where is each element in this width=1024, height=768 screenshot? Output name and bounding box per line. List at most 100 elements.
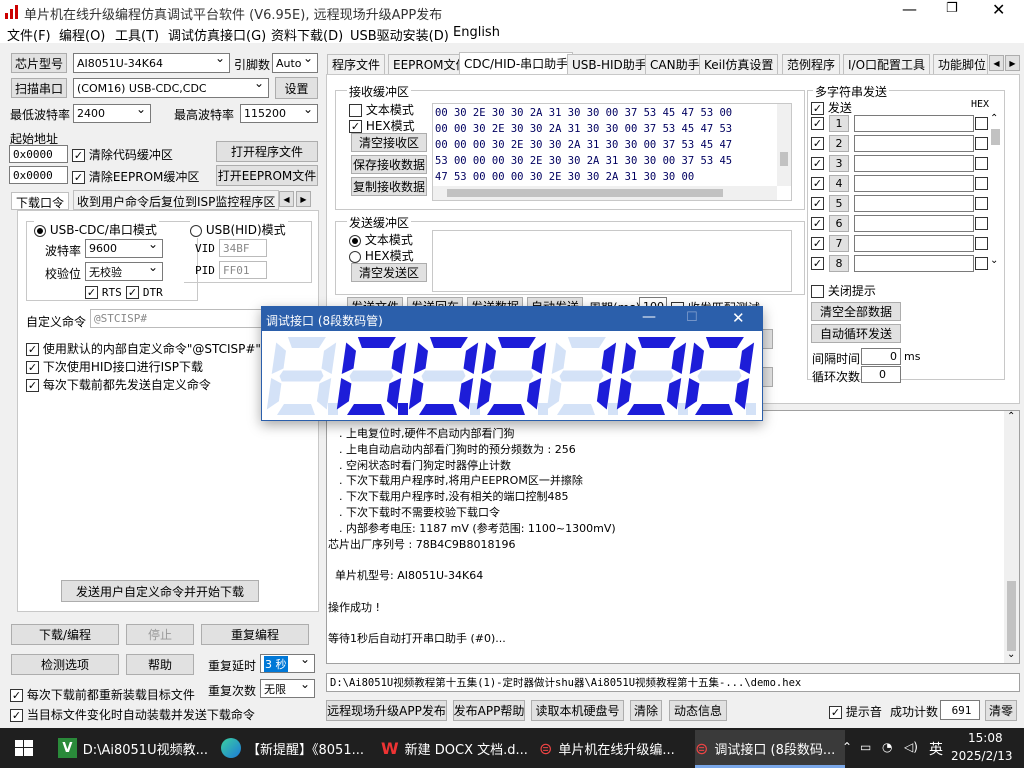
multi-send-row-checkbox[interactable]: ✓: [811, 217, 824, 230]
tx-hex-mode-option[interactable]: HEX模式: [349, 247, 414, 264]
dtr-checkbox[interactable]: ✓: [126, 286, 139, 299]
dtr-option[interactable]: ✓ DTR: [126, 285, 163, 299]
use-hid-option[interactable]: ✓ 下次使用HID接口进行ISP下载: [26, 358, 203, 375]
clear-eeprom-option[interactable]: ✓ 清除EEPROM缓冲区: [72, 168, 199, 185]
tab-program-file[interactable]: 程序文件: [327, 54, 386, 74]
scan-port-button[interactable]: 扫描串口: [11, 78, 67, 98]
use-hid-checkbox[interactable]: ✓: [26, 361, 39, 374]
popup-maximize-icon[interactable]: ☐: [686, 310, 698, 325]
tray-chevron-icon[interactable]: ⌃: [842, 740, 852, 754]
repeat-program-button[interactable]: 重复编程: [201, 624, 309, 645]
clear-code-option[interactable]: ✓ 清除代码缓冲区: [72, 146, 173, 163]
multi-send-row-input[interactable]: [854, 235, 974, 252]
mode-cdc-option[interactable]: USB-CDC/串口模式: [34, 221, 159, 238]
use-default-command-option[interactable]: ✓ 使用默认的内部自定义命令"@STCISP#": [26, 340, 261, 357]
clear-button[interactable]: 清除: [630, 700, 662, 721]
multi-send-row-input[interactable]: [854, 155, 974, 172]
scroll-up-icon[interactable]: ⌃: [990, 113, 998, 124]
volume-icon[interactable]: ◁): [904, 740, 918, 754]
pins-select[interactable]: Auto: [272, 53, 318, 73]
multi-send-row-hex-checkbox[interactable]: [975, 237, 988, 250]
multi-send-row-input[interactable]: [854, 115, 974, 132]
rx-data-area[interactable]: 00 30 2E 30 30 2A 31 30 30 00 37 53 45 4…: [432, 103, 792, 201]
multi-send-row-button[interactable]: 3: [829, 155, 849, 172]
multi-send-row-button[interactable]: 4: [829, 175, 849, 192]
multi-send-row-input[interactable]: [854, 255, 974, 272]
repeat-count-select[interactable]: 无限: [260, 679, 315, 698]
ime-indicator[interactable]: 英: [929, 739, 943, 759]
multi-send-row-hex-checkbox[interactable]: [975, 177, 988, 190]
log-scroll-down-icon[interactable]: ⌄: [1007, 649, 1015, 660]
scroll-down-icon[interactable]: ⌄: [990, 255, 998, 266]
tab-scroll-right-icon[interactable]: ▶: [296, 191, 311, 207]
send-before-option[interactable]: ✓ 每次下载前都先发送自定义命令: [26, 376, 211, 393]
multi-send-row-checkbox[interactable]: ✓: [811, 157, 824, 170]
baud-select[interactable]: 9600: [85, 239, 163, 258]
clock-time[interactable]: 15:08: [968, 731, 1003, 745]
multi-send-row-hex-checkbox[interactable]: [975, 117, 988, 130]
popup-close-icon[interactable]: ✕: [732, 309, 745, 327]
multi-send-row-hex-checkbox[interactable]: [975, 137, 988, 150]
send-custom-command-button[interactable]: 发送用户自定义命令并开始下载: [61, 580, 259, 602]
taskbar-item-explorer[interactable]: V D:\Ai8051U视频教...: [58, 730, 208, 766]
multi-send-row-button[interactable]: 1: [829, 115, 849, 132]
minimize-icon[interactable]: —: [902, 0, 917, 18]
log-vscrollbar[interactable]: ⌃ ⌄: [1004, 411, 1019, 663]
mode-cdc-radio[interactable]: [34, 224, 46, 237]
max-baud-select[interactable]: 115200: [240, 104, 318, 123]
log-scroll-up-icon[interactable]: ⌃: [1007, 411, 1015, 422]
tx-text-mode-option[interactable]: 文本模式: [349, 231, 413, 248]
read-disk-button[interactable]: 读取本机硬盘号: [531, 700, 624, 721]
save-rx-button[interactable]: 保存接收数据: [351, 155, 427, 174]
multi-send-row-input[interactable]: [854, 135, 974, 152]
use-default-command-checkbox[interactable]: ✓: [26, 343, 39, 356]
tx-data-area[interactable]: [432, 230, 792, 292]
vid-input[interactable]: 34BF: [219, 239, 267, 257]
tab-download-password[interactable]: 下载口令: [11, 192, 70, 210]
auto-load-option[interactable]: ✓ 当目标文件变化时自动装载并发送下载命令: [10, 706, 255, 723]
sound-option[interactable]: ✓ 提示音: [829, 703, 882, 720]
log-area[interactable]: . 上电复位时,硬件不启动内部看门狗 . 上电自动启动内部看门狗时的预分频数为 :…: [326, 410, 1020, 664]
multi-send-row-input[interactable]: [854, 175, 974, 192]
taskbar-item-browser[interactable]: 【新提醒】《8051...: [221, 730, 371, 766]
multi-send-all-option[interactable]: ✓ 发送: [811, 99, 852, 116]
tab-can[interactable]: CAN助手: [645, 54, 705, 74]
reset-count-button[interactable]: 清零: [985, 700, 1017, 721]
stop-button[interactable]: 停止: [126, 624, 194, 645]
mode-hid-option[interactable]: USB(HID)模式: [190, 221, 288, 238]
menu-download[interactable]: 资料下载(D): [271, 25, 343, 44]
tabs-scroll-right-icon[interactable]: ▶: [1005, 55, 1020, 71]
copy-rx-button[interactable]: 复制接收数据: [351, 177, 427, 196]
download-program-button[interactable]: 下载/编程: [11, 624, 119, 645]
animation-button[interactable]: 动态信息: [669, 700, 727, 721]
clear-eeprom-checkbox[interactable]: ✓: [72, 171, 85, 184]
eeprom-address-input[interactable]: 0x0000: [9, 166, 68, 184]
pid-input[interactable]: FF01: [219, 261, 267, 279]
interval-input[interactable]: 0: [861, 348, 901, 365]
tab-usb-hid[interactable]: USB-HID助手: [567, 54, 652, 74]
rx-text-mode-checkbox[interactable]: [349, 104, 362, 117]
tab-pin-functions[interactable]: 功能脚位: [933, 54, 988, 74]
tab-scroll-left-icon[interactable]: ◀: [279, 191, 294, 207]
popup-minimize-icon[interactable]: —: [642, 309, 656, 325]
multi-send-all-checkbox[interactable]: ✓: [811, 102, 824, 115]
rx-hscrollbar[interactable]: [433, 186, 777, 200]
multi-send-row-hex-checkbox[interactable]: [975, 197, 988, 210]
multi-send-row-checkbox[interactable]: ✓: [811, 137, 824, 150]
clear-tx-button[interactable]: 清空发送区: [351, 263, 427, 282]
rx-text-mode-option[interactable]: 文本模式: [349, 101, 414, 118]
wifi-icon[interactable]: ◔: [882, 740, 892, 754]
clear-all-button[interactable]: 清空全部数据: [811, 302, 901, 321]
multi-send-row-checkbox[interactable]: ✓: [811, 237, 824, 250]
tab-serial-assistant[interactable]: CDC/HID-串口助手: [459, 52, 574, 74]
repeat-delay-select[interactable]: 3 秒: [260, 654, 315, 673]
rx-hex-mode-checkbox[interactable]: ✓: [349, 120, 362, 133]
multi-send-row-hex-checkbox[interactable]: [975, 157, 988, 170]
parity-select[interactable]: 无校验: [85, 262, 163, 281]
clear-rx-button[interactable]: 清空接收区: [351, 133, 427, 152]
check-options-button[interactable]: 检测选项: [11, 654, 119, 675]
close-tip-checkbox[interactable]: [811, 285, 824, 298]
port-select[interactable]: (COM16) USB-CDC,CDC: [73, 78, 269, 98]
multi-send-row-button[interactable]: 7: [829, 235, 849, 252]
reload-target-checkbox[interactable]: ✓: [10, 689, 23, 702]
